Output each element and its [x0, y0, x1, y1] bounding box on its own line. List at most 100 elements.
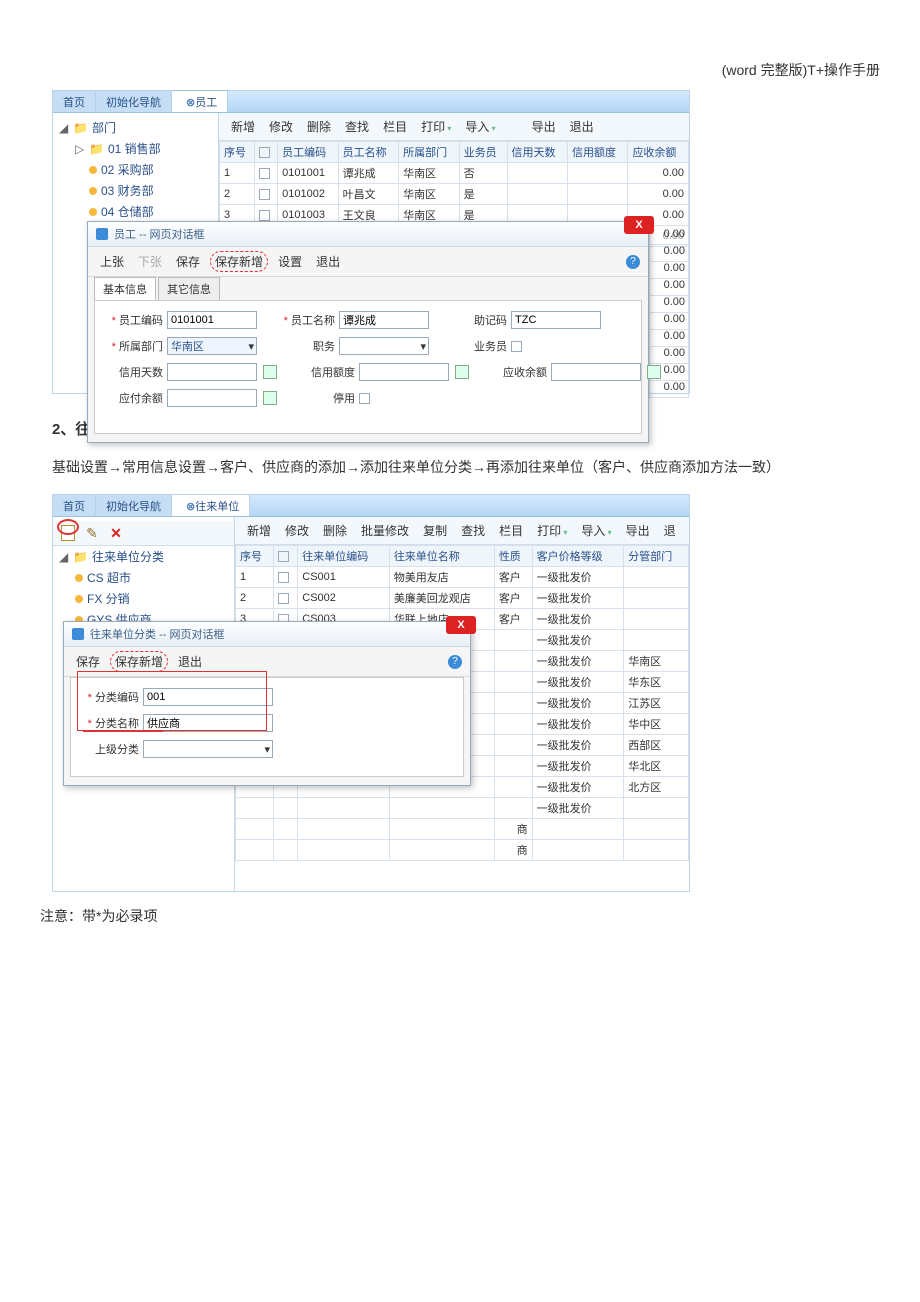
prev-button[interactable]: 上张	[96, 252, 128, 271]
edit-button[interactable]: 修改	[263, 116, 299, 137]
tree-node[interactable]: ▷📁01 销售部	[53, 138, 218, 159]
col-code: 员工编码	[278, 142, 338, 163]
dialog-close-button[interactable]: X	[446, 616, 476, 634]
tab-home[interactable]: 首页	[53, 91, 96, 112]
table-row[interactable]: 商	[236, 819, 689, 840]
payable-input[interactable]	[167, 389, 257, 407]
edit-button[interactable]: 修改	[279, 520, 315, 541]
col-name: 员工名称	[338, 142, 398, 163]
calc-icon[interactable]	[455, 365, 469, 379]
credit-days-input[interactable]	[167, 363, 257, 381]
col-recv: 应收余额	[628, 142, 689, 163]
table-row[interactable]: 10101001谭兆成华南区否0.00	[220, 163, 689, 184]
tab-init[interactable]: 初始化导航	[96, 91, 172, 112]
tree-node[interactable]: FX 分销	[53, 588, 234, 609]
tab-home[interactable]: 首页	[53, 495, 96, 516]
salesman-checkbox[interactable]	[511, 341, 522, 352]
col-check[interactable]	[255, 142, 278, 163]
table-row[interactable]: 2CS002美廉美回龙观店客户一级批发价	[236, 588, 689, 609]
tab-employee[interactable]: ⊗员工	[172, 90, 228, 112]
tab-other-info[interactable]: 其它信息	[158, 277, 220, 300]
mnemonic-input[interactable]	[511, 311, 601, 329]
category-name-input[interactable]	[143, 714, 273, 732]
bullet-icon	[89, 166, 97, 174]
table-row[interactable]: 商	[236, 840, 689, 861]
employee-screenshot: 首页 初始化导航 ⊗员工 ◢📁部门 ▷📁01 销售部 02 采购部 03 财务部…	[52, 90, 690, 394]
save-button[interactable]: 保存	[172, 252, 204, 271]
dialog-close-button[interactable]: X	[624, 216, 654, 234]
calc-icon[interactable]	[647, 365, 661, 379]
tab-basic-info[interactable]: 基本信息	[94, 277, 156, 300]
import-dropdown[interactable]: 导入	[459, 116, 501, 137]
export-button[interactable]: 导出	[620, 520, 656, 541]
receivable-input[interactable]	[551, 363, 641, 381]
bullet-icon	[75, 574, 83, 582]
import-dropdown[interactable]: 导入	[575, 520, 617, 541]
tree-node[interactable]: 04 仓储部	[53, 201, 218, 222]
close-icon[interactable]: ⊗	[186, 501, 195, 513]
category-code-input[interactable]	[143, 688, 273, 706]
bullet-icon	[75, 595, 83, 603]
col-check[interactable]	[273, 546, 297, 567]
help-icon[interactable]: ?	[448, 655, 462, 669]
job-label: 职务	[275, 338, 335, 354]
new-icon-button[interactable]	[59, 524, 77, 542]
new-button[interactable]: 新增	[241, 520, 277, 541]
dialog-toolbar: 上张 下张 保存 保存新增 设置 退出 ?	[88, 247, 648, 277]
tab-init[interactable]: 初始化导航	[96, 495, 172, 516]
print-dropdown[interactable]: 打印	[531, 520, 573, 541]
note-text: 注意：带*为必录项	[40, 906, 920, 926]
job-select[interactable]: ▾	[339, 337, 429, 355]
table-row[interactable]: 一级批发价	[236, 798, 689, 819]
tree-node[interactable]: 02 采购部	[53, 159, 218, 180]
tree-root[interactable]: ◢📁部门	[53, 117, 218, 138]
find-button[interactable]: 查找	[455, 520, 491, 541]
table-row[interactable]: 1CS001物美用友店客户一级批发价	[236, 567, 689, 588]
calc-icon[interactable]	[263, 365, 277, 379]
limit-label: 信用额度	[295, 364, 355, 380]
dialog-toolbar: 保存 保存新增 退出 ?	[64, 647, 470, 677]
save-new-button[interactable]: 保存新增	[110, 651, 168, 672]
columns-button[interactable]: 栏目	[493, 520, 529, 541]
tree-root[interactable]: ◢📁往来单位分类	[53, 546, 234, 567]
employee-name-input[interactable]	[339, 311, 429, 329]
delete-button[interactable]: 删除	[301, 116, 337, 137]
edit-icon-button[interactable]: ✎	[83, 524, 101, 542]
tree-root-label: 部门	[92, 119, 116, 136]
delete-button[interactable]: 删除	[317, 520, 353, 541]
dept-select[interactable]: 华南区▾	[167, 337, 257, 355]
delete-icon-button[interactable]: ✕	[107, 524, 125, 542]
calc-icon[interactable]	[263, 391, 277, 405]
employee-code-input[interactable]	[167, 311, 257, 329]
close-icon[interactable]: ⊗	[186, 97, 195, 109]
settings-button[interactable]: 设置	[274, 252, 306, 271]
export-button[interactable]: 导出	[526, 116, 562, 137]
save-button[interactable]: 保存	[72, 652, 104, 671]
new-button[interactable]: 新增	[225, 116, 261, 137]
exit-button[interactable]: 退	[658, 520, 682, 541]
tree-node-label: CS 超市	[87, 569, 131, 586]
cat-name-label: * 分类名称	[79, 715, 139, 731]
columns-button[interactable]: 栏目	[377, 116, 413, 137]
tab-partner[interactable]: ⊗往来单位	[172, 494, 250, 516]
exit-button[interactable]: 退出	[564, 116, 600, 137]
folder-icon: 📁	[73, 550, 88, 564]
recv-label: 应收余额	[487, 364, 547, 380]
next-button[interactable]: 下张	[134, 252, 166, 271]
copy-button[interactable]: 复制	[417, 520, 453, 541]
dialog-form: * 分类编码 * 分类名称 上级分类▾	[70, 677, 464, 777]
credit-limit-input[interactable]	[359, 363, 449, 381]
print-dropdown[interactable]: 打印	[415, 116, 457, 137]
stop-checkbox[interactable]	[359, 393, 370, 404]
find-button[interactable]: 查找	[339, 116, 375, 137]
parent-select[interactable]: ▾	[143, 740, 273, 758]
exit-button[interactable]: 退出	[312, 252, 344, 271]
save-new-button[interactable]: 保存新增	[210, 251, 268, 272]
table-row[interactable]: 20101002叶昌文华南区是0.00	[220, 184, 689, 205]
tree-node[interactable]: 03 财务部	[53, 180, 218, 201]
exit-button[interactable]: 退出	[174, 652, 206, 671]
dialog-form: * 员工编码 * 员工名称 助记码 * 所属部门华南区▾ 职务▾ 业务员 信用天…	[94, 300, 642, 434]
help-icon[interactable]: ?	[626, 255, 640, 269]
batch-edit-button[interactable]: 批量修改	[355, 520, 415, 541]
tree-node[interactable]: CS 超市	[53, 567, 234, 588]
